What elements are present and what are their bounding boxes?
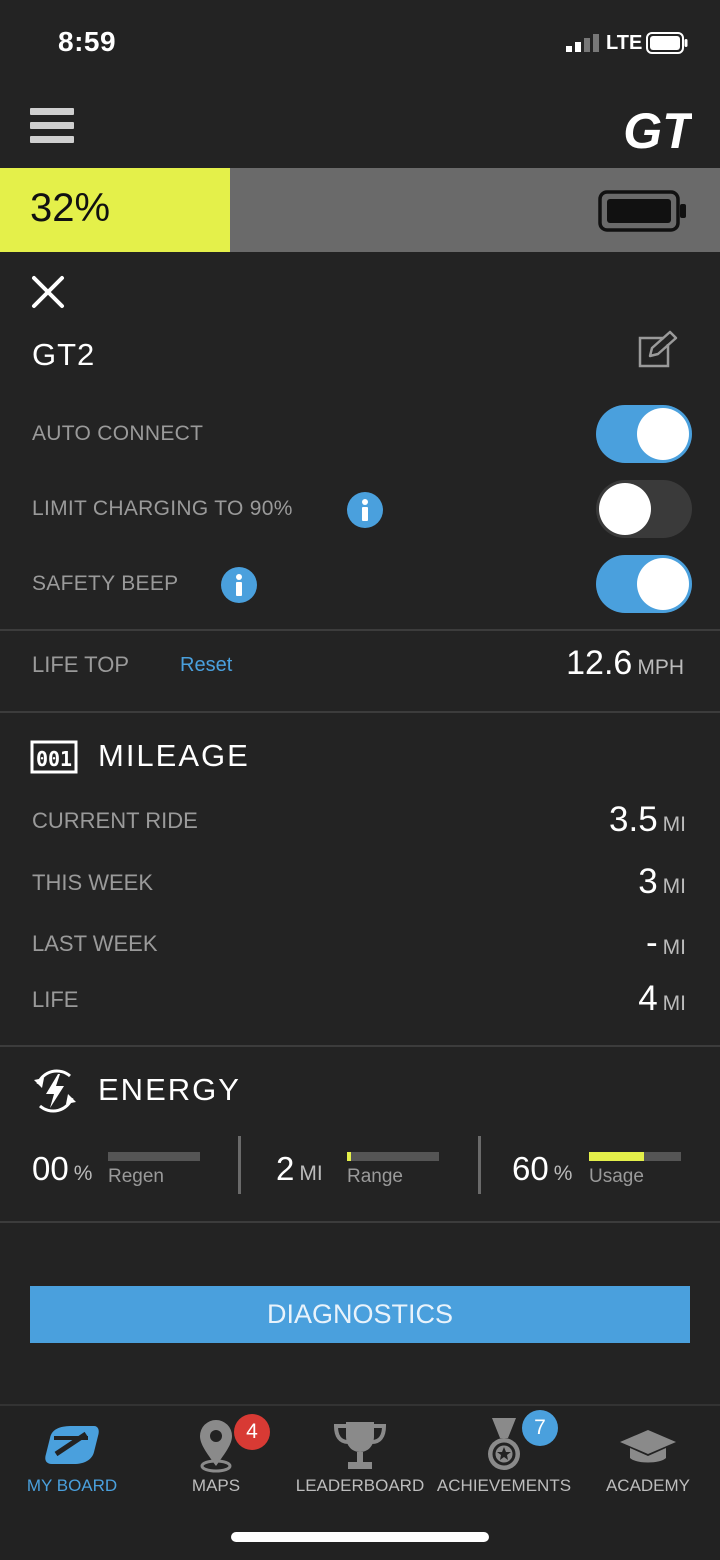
tab-my-board-label: MY BOARD xyxy=(26,1476,118,1495)
board-name: GT2 xyxy=(32,337,96,372)
svg-text:001: 001 xyxy=(36,747,72,771)
regen-bar xyxy=(108,1152,200,1161)
this-week-unit: MI xyxy=(662,875,686,898)
range-value: 2 MI xyxy=(276,1150,323,1188)
metric-separator xyxy=(478,1136,481,1194)
trophy-icon xyxy=(333,1422,387,1469)
last-week-label: LAST WEEK xyxy=(32,931,158,956)
regen-metric: 00% Regen xyxy=(32,1150,212,1194)
gt-logo: GT xyxy=(624,103,692,156)
last-week-unit: MI xyxy=(662,936,686,959)
life-top-unit: MPH xyxy=(637,656,684,679)
limit-charging-toggle[interactable] xyxy=(596,480,692,538)
usage-number: 60 xyxy=(512,1150,549,1187)
last-week-value: - MI xyxy=(646,923,686,963)
regen-unit: % xyxy=(73,1162,93,1185)
status-time: 8:59 xyxy=(58,26,117,57)
usage-metric: 60% Usage xyxy=(512,1150,692,1194)
tab-my-board[interactable]: MY BOARD xyxy=(0,1406,144,1516)
life-value: 4 MI xyxy=(638,979,686,1019)
regen-label: Regen xyxy=(108,1166,164,1187)
energy-title: ENERGY xyxy=(98,1072,241,1107)
odometer-icon: 001 xyxy=(30,740,78,774)
usage-unit: % xyxy=(553,1162,573,1185)
limit-charging-info-icon[interactable] xyxy=(347,492,383,528)
range-label: Range xyxy=(347,1166,403,1187)
close-icon[interactable] xyxy=(30,274,66,310)
regen-value: 00% xyxy=(32,1150,92,1188)
life-top-label: LIFE TOP xyxy=(32,652,130,677)
usage-value: 60% xyxy=(512,1150,572,1188)
network-type: LTE xyxy=(606,32,643,54)
tab-maps[interactable]: 4 MAPS xyxy=(144,1406,288,1516)
usage-bar xyxy=(589,1152,681,1161)
divider xyxy=(0,629,720,631)
diagnostics-button[interactable]: DIAGNOSTICS xyxy=(30,1286,690,1343)
range-bar-fill xyxy=(347,1152,351,1161)
home-indicator xyxy=(231,1532,489,1542)
metric-separator xyxy=(238,1136,241,1194)
auto-connect-toggle[interactable] xyxy=(596,405,692,463)
tab-achievements[interactable]: 7 ACHIEVEMENTS xyxy=(432,1406,576,1516)
range-number: 2 xyxy=(276,1150,295,1187)
auto-connect-label: AUTO CONNECT xyxy=(32,422,204,445)
tab-leaderboard-label: LEADERBOARD xyxy=(295,1476,425,1495)
mileage-title: MILEAGE xyxy=(98,738,250,773)
current-ride-value: 3.5 MI xyxy=(609,800,686,840)
usage-label: Usage xyxy=(589,1166,644,1187)
divider xyxy=(0,1045,720,1047)
board-battery-icon xyxy=(598,190,686,232)
divider xyxy=(0,711,720,713)
current-ride-label: CURRENT RIDE xyxy=(32,808,198,833)
hamburger-menu-icon[interactable] xyxy=(30,108,74,144)
life-top-number: 12.6 xyxy=(566,644,633,682)
graduation-cap-icon xyxy=(620,1430,676,1463)
life-top-value: 12.6 MPH xyxy=(566,644,684,683)
this-week-label: THIS WEEK xyxy=(32,870,154,895)
divider xyxy=(0,1221,720,1223)
battery-level-bar: 32% xyxy=(0,168,720,252)
tab-academy-label: ACADEMY xyxy=(605,1476,691,1495)
edit-icon[interactable] xyxy=(636,330,678,370)
safety-beep-label: SAFETY BEEP xyxy=(32,572,179,595)
board-icon xyxy=(45,1426,99,1464)
limit-charging-label: LIMIT CHARGING TO 90% xyxy=(32,497,293,520)
life-unit: MI xyxy=(662,992,686,1015)
current-ride-number: 3.5 xyxy=(609,800,658,839)
tab-maps-label: MAPS xyxy=(191,1476,241,1495)
reset-link[interactable]: Reset xyxy=(180,654,232,677)
achievements-badge: 7 xyxy=(522,1410,558,1446)
life-number: 4 xyxy=(638,979,658,1018)
usage-bar-fill xyxy=(589,1152,645,1161)
phone-battery-icon xyxy=(646,32,688,54)
regen-number: 00 xyxy=(32,1150,69,1187)
safety-beep-info-icon[interactable] xyxy=(221,567,257,603)
tab-achievements-label: ACHIEVEMENTS xyxy=(436,1476,572,1495)
range-unit: MI xyxy=(299,1162,323,1185)
range-metric: 2 MI Range xyxy=(276,1150,456,1194)
safety-beep-toggle[interactable] xyxy=(596,555,692,613)
maps-badge: 4 xyxy=(234,1414,270,1450)
tab-academy[interactable]: ACADEMY xyxy=(576,1406,720,1516)
signal-bars-icon xyxy=(566,34,599,52)
this-week-value: 3 MI xyxy=(638,862,686,902)
tab-leaderboard[interactable]: LEADERBOARD xyxy=(288,1406,432,1516)
energy-bolt-icon xyxy=(34,1069,76,1113)
last-week-number: - xyxy=(646,923,658,962)
gt-logo-text: GT xyxy=(624,103,692,156)
life-label: LIFE xyxy=(32,987,79,1012)
this-week-number: 3 xyxy=(638,862,658,901)
battery-percent: 32% xyxy=(30,186,111,230)
range-bar xyxy=(347,1152,439,1161)
current-ride-unit: MI xyxy=(662,813,686,836)
